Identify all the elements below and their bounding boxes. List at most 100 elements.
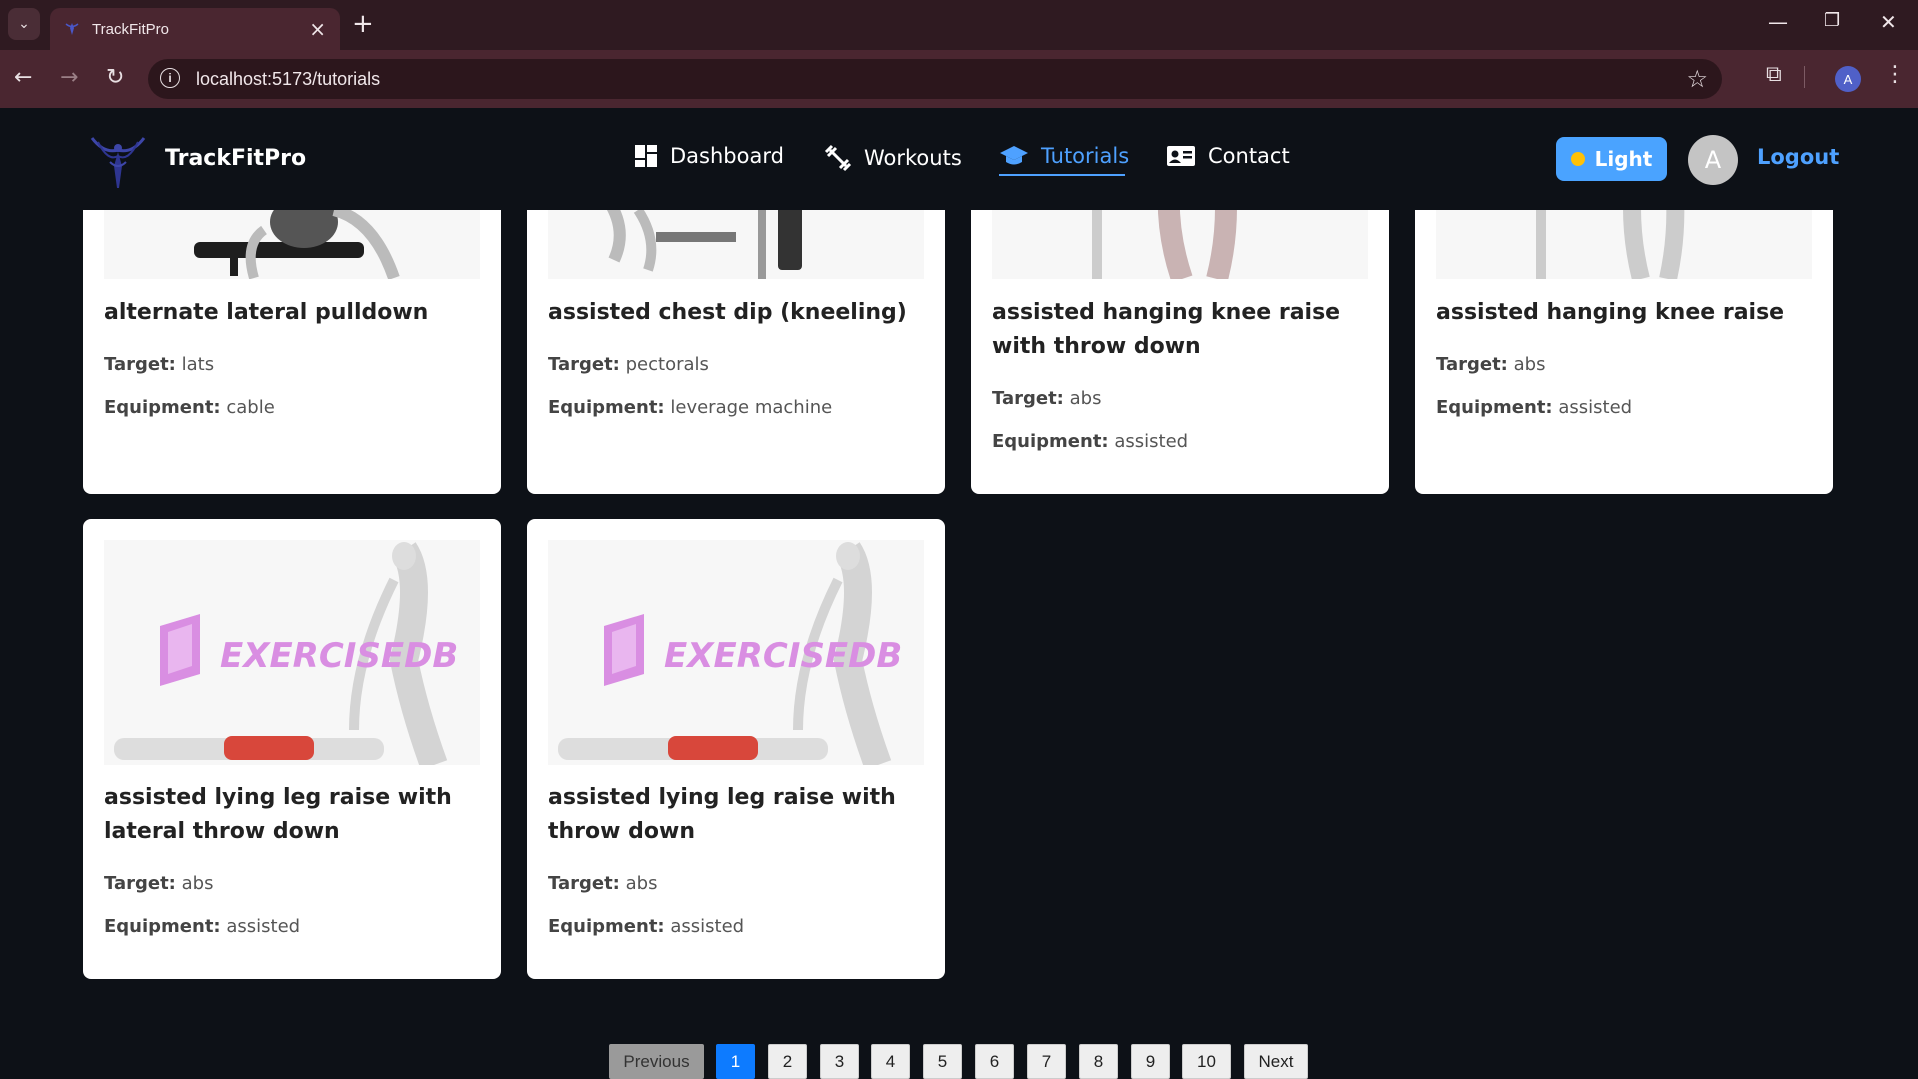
- page-button-9[interactable]: 9: [1131, 1044, 1170, 1079]
- exercise-equipment: Equipment: assisted: [548, 916, 744, 937]
- target-value: abs: [625, 873, 658, 894]
- watermark-text: EXERCISEDB: [664, 636, 902, 676]
- exercise-equipment: Equipment: leverage machine: [548, 397, 832, 418]
- target-value: abs: [181, 873, 214, 894]
- url-text[interactable]: localhost:5173/tutorials: [196, 69, 380, 90]
- graduation-cap-icon: [1000, 146, 1028, 165]
- page-button-1[interactable]: 1: [716, 1044, 755, 1079]
- page-button-10[interactable]: 10: [1182, 1044, 1231, 1079]
- exercise-card[interactable]: EXERCISEDB assisted lying leg raise with…: [527, 519, 945, 979]
- page-button-6[interactable]: 6: [975, 1044, 1014, 1079]
- target-value: pectorals: [625, 354, 709, 375]
- address-bar[interactable]: i localhost:5173/tutorials ☆: [148, 59, 1722, 99]
- page-button-5[interactable]: 5: [923, 1044, 962, 1079]
- brand-name[interactable]: TrackFitPro: [165, 146, 306, 171]
- exercise-title: alternate lateral pulldown: [104, 300, 429, 325]
- previous-page-button[interactable]: Previous: [609, 1044, 704, 1079]
- exercise-card[interactable]: assisted hanging knee raise with throw d…: [971, 160, 1389, 494]
- browser-menu-icon[interactable]: ⋮: [1884, 62, 1906, 87]
- exercise-equipment: Equipment: assisted: [992, 431, 1188, 452]
- minimize-icon[interactable]: —: [1768, 10, 1788, 34]
- exercise-equipment: Equipment: assisted: [1436, 397, 1632, 418]
- equipment-value: assisted: [1558, 397, 1633, 418]
- browser-tabstrip: ⌄ TrackFitPro × + — ❐ ✕: [0, 0, 1918, 50]
- exercise-image: EXERCISEDB: [548, 540, 924, 765]
- exercise-target: Target: abs: [548, 873, 657, 894]
- nav-contact[interactable]: Contact: [1166, 144, 1290, 168]
- forward-icon[interactable]: →: [60, 64, 78, 92]
- target-label: Target:: [104, 354, 176, 375]
- page-button-7[interactable]: 7: [1027, 1044, 1066, 1079]
- exercise-equipment: Equipment: assisted: [104, 916, 300, 937]
- sun-icon: [1570, 152, 1585, 166]
- exercise-title: assisted chest dip (kneeling): [548, 300, 907, 325]
- browser-profile-avatar[interactable]: A: [1835, 66, 1861, 92]
- dashboard-icon: [635, 145, 657, 167]
- theme-toggle-button[interactable]: Light: [1556, 137, 1667, 181]
- equipment-value: cable: [226, 397, 275, 418]
- equipment-value: assisted: [670, 916, 745, 937]
- site-info-icon[interactable]: i: [160, 68, 180, 88]
- extensions-icon[interactable]: ⧉: [1766, 62, 1782, 87]
- tab-title: TrackFitPro: [92, 20, 169, 38]
- watermark-logo-icon: [604, 614, 644, 686]
- favicon-icon: [65, 23, 79, 35]
- theme-toggle-label: Light: [1594, 147, 1653, 171]
- equipment-label: Equipment:: [104, 916, 221, 937]
- target-label: Target:: [548, 873, 620, 894]
- reload-icon[interactable]: ↻: [106, 64, 124, 92]
- toolbar-divider: [1804, 66, 1805, 88]
- back-icon[interactable]: ←: [14, 64, 32, 92]
- page-button-8[interactable]: 8: [1079, 1044, 1118, 1079]
- logout-link[interactable]: Logout: [1757, 145, 1839, 169]
- exercise-target: Target: abs: [1436, 354, 1545, 375]
- target-label: Target:: [548, 354, 620, 375]
- active-nav-underline: [999, 174, 1125, 176]
- exercise-target: Target: lats: [104, 354, 214, 375]
- page-button-4[interactable]: 4: [871, 1044, 910, 1079]
- dumbbell-icon: [824, 144, 852, 172]
- exercise-title: assisted hanging knee raise: [1436, 300, 1785, 325]
- window-close-icon[interactable]: ✕: [1880, 10, 1897, 34]
- exercise-card[interactable]: EXERCISEDB assisted lying leg raise with…: [83, 519, 501, 979]
- exercise-card[interactable]: assisted hanging knee raise Target: abs …: [1415, 160, 1833, 494]
- nav-workouts[interactable]: Workouts: [824, 144, 962, 172]
- page-button-3[interactable]: 3: [820, 1044, 859, 1079]
- target-value: abs: [1513, 354, 1546, 375]
- nav-tutorials[interactable]: Tutorials: [999, 144, 1129, 168]
- page-button-2[interactable]: 2: [768, 1044, 807, 1079]
- target-label: Target:: [1436, 354, 1508, 375]
- equipment-value: assisted: [1114, 431, 1189, 452]
- exercise-card[interactable]: alternate lateral pulldown Target: lats …: [83, 160, 501, 494]
- logo-icon[interactable]: [88, 132, 148, 190]
- nav-workouts-label: Workouts: [864, 146, 962, 170]
- exercise-image: EXERCISEDB: [104, 540, 480, 765]
- bookmark-star-icon[interactable]: ☆: [1686, 65, 1708, 93]
- user-avatar[interactable]: A: [1688, 135, 1738, 185]
- next-page-button[interactable]: Next: [1244, 1044, 1308, 1079]
- target-label: Target:: [104, 873, 176, 894]
- close-tab-icon[interactable]: ×: [309, 19, 326, 39]
- equipment-value: assisted: [226, 916, 301, 937]
- restore-icon[interactable]: ❐: [1824, 10, 1840, 31]
- equipment-label: Equipment:: [992, 431, 1109, 452]
- exercise-card[interactable]: assisted chest dip (kneeling) Target: pe…: [527, 160, 945, 494]
- tab-search-button[interactable]: ⌄: [8, 8, 40, 40]
- exercise-equipment: Equipment: cable: [104, 397, 275, 418]
- target-label: Target:: [992, 388, 1064, 409]
- nav-tutorials-label: Tutorials: [1041, 144, 1130, 168]
- equipment-value: leverage machine: [670, 397, 833, 418]
- new-tab-icon[interactable]: +: [352, 10, 374, 38]
- browser-toolbar: ← → ↻ i localhost:5173/tutorials ☆: [0, 50, 1918, 108]
- contact-card-icon: [1167, 146, 1195, 166]
- equipment-label: Equipment:: [548, 397, 665, 418]
- watermark-text: EXERCISEDB: [220, 636, 458, 676]
- watermark-logo-icon: [160, 614, 200, 686]
- app-header: TrackFitPro Dashboard Workouts Tutorials…: [0, 108, 1918, 210]
- target-value: lats: [181, 354, 215, 375]
- browser-tab[interactable]: TrackFitPro ×: [50, 8, 340, 50]
- exercise-title: assisted lying leg raise with throw down: [548, 785, 896, 844]
- equipment-label: Equipment:: [548, 916, 665, 937]
- nav-dashboard[interactable]: Dashboard: [634, 144, 784, 168]
- exercise-title: assisted lying leg raise with lateral th…: [104, 785, 452, 844]
